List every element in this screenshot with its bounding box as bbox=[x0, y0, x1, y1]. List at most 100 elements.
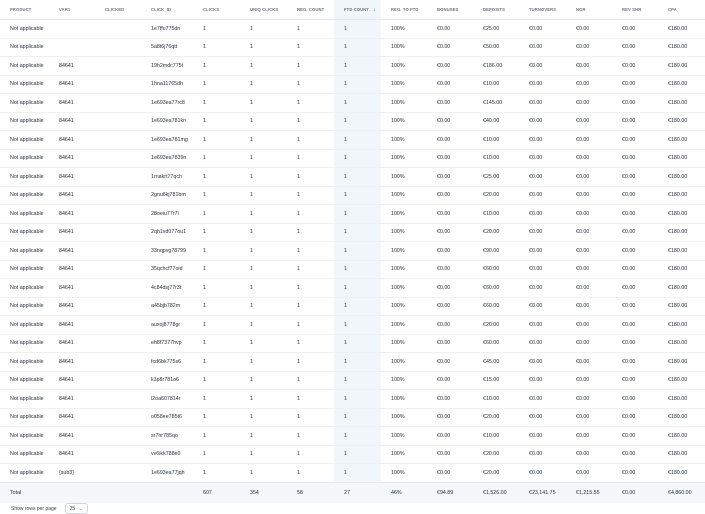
table-row[interactable]: Not applicable 84641 sr7hr785qo 1 1 1 1 100% €0.… bbox=[0, 426, 705, 445]
cell-deposits: €10.00 bbox=[473, 426, 519, 445]
table-row[interactable]: Not applicable 84641 1e693ea781kn 1 1 1 1 100% €… bbox=[0, 111, 705, 131]
table-row[interactable]: Not applicable 84641 2gnu6kj781bm 1 1 1 1 100% €… bbox=[0, 185, 705, 205]
cell-clicks: 1 bbox=[193, 111, 240, 131]
rows-per-page-select[interactable]: 25 ⌄ bbox=[64, 503, 88, 514]
cell-clicked bbox=[95, 241, 141, 260]
cell-clicked bbox=[95, 204, 141, 223]
cell-clicks: 1 bbox=[193, 296, 240, 316]
table-row[interactable]: Not applicable 84641 1e693ea781mg 1 1 1 1 100% €… bbox=[0, 130, 705, 149]
column-header-label: CPA bbox=[668, 7, 677, 12]
table-row[interactable]: Not applicable 84641 2qh1vd077ou1 1 1 1 1 100% €… bbox=[0, 222, 705, 242]
cell-click_id: 5a8t6j76qtt bbox=[141, 37, 193, 57]
cell-clicks: 1 bbox=[193, 315, 240, 334]
cell-uniq: 1 bbox=[240, 370, 287, 390]
cell-click_id: fcd6bk775s6 bbox=[141, 352, 193, 371]
cell-bonuses: €0.00 bbox=[427, 111, 473, 131]
column-header-revshr[interactable]: REV SHR bbox=[612, 0, 658, 20]
cell-revshr: €0.00 bbox=[612, 185, 658, 205]
cell-deposits: €20.00 bbox=[473, 315, 519, 334]
cell-ngr: €0.00 bbox=[566, 185, 612, 205]
column-header-label: CLICK_ID bbox=[151, 7, 172, 12]
column-header-label: REG. COUNT bbox=[297, 7, 325, 12]
cell-clicked bbox=[95, 93, 141, 112]
cell-clicks: 1 bbox=[193, 148, 240, 168]
cell-clicked bbox=[95, 315, 141, 334]
cell-deposits: €20.00 bbox=[473, 222, 519, 242]
table-row[interactable]: Not applicable 84641 19h2mdc775t 1 1 1 1 100% €0… bbox=[0, 56, 705, 75]
cell-product: Not applicable bbox=[0, 296, 49, 316]
column-header-clicked[interactable]: CLICKED bbox=[95, 0, 141, 20]
cell-var bbox=[49, 19, 95, 38]
table-row[interactable]: Not applicable 84641 4c84dsj77r3t 1 1 1 1 100% €… bbox=[0, 278, 705, 297]
column-header-label: CLICKED bbox=[105, 7, 125, 12]
table-row[interactable]: Not applicable 84641 k3p8r781o6 1 1 1 1 100% €0.… bbox=[0, 370, 705, 390]
cell-turnovers: €0.00 bbox=[519, 111, 566, 131]
sort-arrow-down-icon[interactable]: ↓ bbox=[373, 7, 376, 13]
table-row[interactable]: Not applicable {sub3} 1e693ea77jqh 1 1 1 1 100%… bbox=[0, 463, 705, 482]
cell-uniq: 1 bbox=[240, 463, 287, 482]
cell-revshr: €0.00 bbox=[612, 93, 658, 112]
cell-reg: 1 bbox=[287, 315, 334, 334]
table-row[interactable]: Not applicable 84641 vv6ikk788e0 1 1 1 1 100% €0… bbox=[0, 444, 705, 464]
column-header-cpa[interactable]: CPA bbox=[658, 0, 705, 20]
table-row[interactable]: Not applicable 84641 fcd6bk775s6 1 1 1 1 100% €0… bbox=[0, 352, 705, 371]
cell-reg: 1 bbox=[287, 407, 334, 427]
table-row[interactable]: Not applicable 84641 l2oa607814r 1 1 1 1 100% €0… bbox=[0, 389, 705, 408]
column-header-bonuses[interactable]: BONUSES bbox=[427, 0, 473, 20]
cell-cpa: €180.00 bbox=[658, 333, 705, 353]
cell-uniq: 1 bbox=[240, 130, 287, 149]
cell-uniq: 1 bbox=[240, 167, 287, 186]
cell-uniq: 1 bbox=[240, 204, 287, 223]
table-row[interactable]: Not applicable 84641 1e693ea7839n 1 1 1 1 100% €… bbox=[0, 148, 705, 168]
table-row[interactable]: Not applicable 84641 33nqpvg78799 1 1 1 1 100% €… bbox=[0, 241, 705, 260]
column-header-ngr[interactable]: NGR bbox=[566, 0, 612, 20]
table-row[interactable]: Not applicable 84641 28oeiu77r7l 1 1 1 1 100% €0… bbox=[0, 204, 705, 223]
cell-revshr: €0.00 bbox=[612, 130, 658, 149]
column-header-uniq[interactable]: UNIQ CLICKS bbox=[240, 0, 287, 20]
cell-deposits: €10.00 bbox=[473, 389, 519, 408]
cell-reg: 1 bbox=[287, 204, 334, 223]
column-header-var[interactable]: VAR1 bbox=[49, 0, 95, 20]
cell-bonuses: €0.00 bbox=[427, 259, 473, 279]
cell-var: 84641 bbox=[49, 444, 95, 464]
column-header-regftd[interactable]: REG. TO FTD bbox=[381, 0, 427, 20]
table-row[interactable]: Not applicable 84641 1hna11765dh 1 1 1 1 100% €0… bbox=[0, 74, 705, 94]
column-header-deposits[interactable]: DEPOSITS bbox=[473, 0, 519, 20]
table-row[interactable]: Not applicable 84641 auxoj8778gr 1 1 1 1 100% €0… bbox=[0, 315, 705, 334]
column-header-product[interactable]: PRODUCT bbox=[0, 0, 49, 20]
cell-clicked bbox=[95, 185, 141, 205]
cell-clicks: 1 bbox=[193, 352, 240, 371]
table-row[interactable]: Not applicable 5a8t6j76qtt 1 1 1 1 100% €0.00 €5… bbox=[0, 37, 705, 57]
cell-revshr: €0.00 bbox=[612, 389, 658, 408]
column-header-turnovers[interactable]: TURNOVERS bbox=[519, 0, 566, 20]
cell-turnovers: €0.00 bbox=[519, 296, 566, 316]
cell-bonuses: €0.00 bbox=[427, 93, 473, 112]
table-row[interactable]: Not applicable 84641 eh8f7377hvp 1 1 1 1 100% €0… bbox=[0, 333, 705, 353]
column-header-ftd[interactable]: FTD COUNT ↓ bbox=[334, 0, 381, 20]
table-row[interactable]: Not applicable 84641 1e693ea77rc8 1 1 1 1 100% €… bbox=[0, 93, 705, 112]
cell-clicks: 1 bbox=[193, 389, 240, 408]
cell-cpa: €180.00 bbox=[658, 19, 705, 38]
column-header-clicks[interactable]: CLICKS bbox=[193, 0, 240, 20]
total-clicks: 607 bbox=[193, 481, 240, 503]
cell-var: 84641 bbox=[49, 370, 95, 390]
table-row[interactable]: Not applicable 1e7ffu775dn 1 1 1 1 100% €0.00 €2… bbox=[0, 19, 705, 38]
table-row[interactable]: Not applicable 84641 35qchcf77oid 1 1 1 1 100% €… bbox=[0, 259, 705, 279]
column-header-reg[interactable]: REG. COUNT bbox=[287, 0, 334, 20]
cell-revshr: €0.00 bbox=[612, 56, 658, 75]
cell-deposits: €45.00 bbox=[473, 352, 519, 371]
column-header-click_id[interactable]: CLICK_ID bbox=[141, 0, 193, 20]
cell-click_id: vv6ikk788e0 bbox=[141, 444, 193, 464]
cell-turnovers: €0.00 bbox=[519, 333, 566, 353]
cell-ngr: €0.00 bbox=[566, 315, 612, 334]
cell-ngr: €0.00 bbox=[566, 241, 612, 260]
cell-click_id: 1rnakrt77qch bbox=[141, 167, 193, 186]
table-row[interactable]: Not applicable 84641 1rnakrt77qch 1 1 1 1 100% €… bbox=[0, 167, 705, 186]
cell-revshr: €0.00 bbox=[612, 370, 658, 390]
total-regftd: 46% bbox=[381, 481, 427, 503]
table-row[interactable]: Not applicable 84641 a45bjb782m 1 1 1 1 100% €0.… bbox=[0, 296, 705, 316]
cell-var: 84641 bbox=[49, 426, 95, 445]
table-row[interactable]: Not applicable 84641 o058ee785t6 1 1 1 1 100% €0… bbox=[0, 407, 705, 427]
cell-ngr: €0.00 bbox=[566, 370, 612, 390]
cell-reg: 1 bbox=[287, 259, 334, 279]
